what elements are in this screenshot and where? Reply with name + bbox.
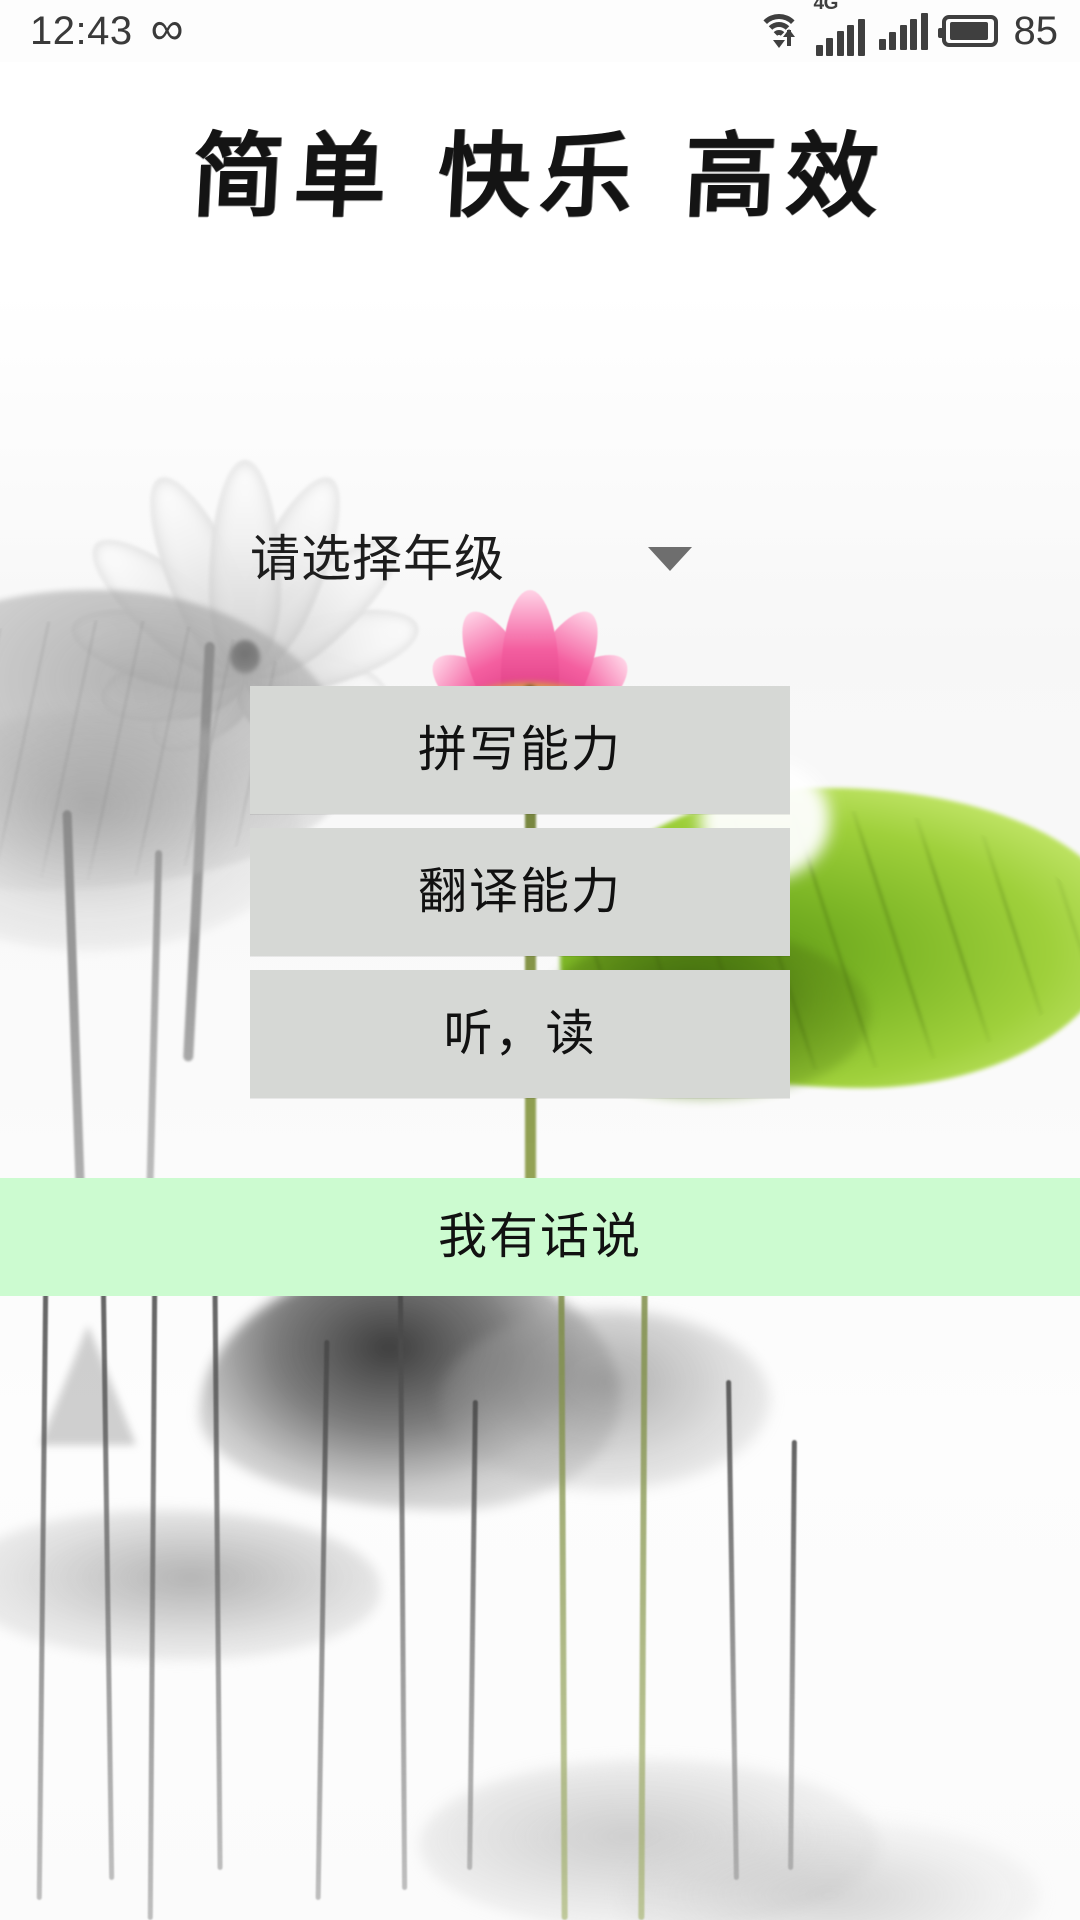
chevron-down-icon (648, 547, 692, 571)
battery-level-label: 85 (1013, 9, 1059, 53)
translation-ability-button[interactable]: 翻译能力 (250, 828, 790, 956)
spelling-ability-button[interactable]: 拼写能力 (250, 686, 790, 814)
listen-read-label: 听，读 (443, 1006, 597, 1061)
status-bar: 12:43 ∞ 4G 85 (0, 0, 1080, 62)
i-have-something-to-say-label: 我有话说 (437, 1209, 642, 1264)
grade-select-label: 请选择年级 (250, 531, 505, 587)
signal-bars-icon: 4G (814, 0, 865, 56)
app-header: 简单 快乐 高效 (0, 62, 1080, 290)
wifi-icon (756, 12, 802, 50)
status-bar-left: 12:43 ∞ (30, 2, 184, 54)
listen-read-button[interactable]: 听，读 (250, 970, 790, 1098)
network-type-label: 4G (813, 0, 839, 14)
ability-button-group: 拼写能力 翻译能力 听，读 (250, 686, 790, 1112)
status-time: 12:43 (30, 9, 133, 53)
status-bar-right: 4G 85 (756, 0, 1059, 56)
translation-ability-label: 翻译能力 (417, 864, 622, 919)
page-title: 简单 快乐 高效 (189, 122, 891, 230)
spelling-ability-label: 拼写能力 (417, 722, 622, 777)
signal-bars-icon-secondary (878, 12, 928, 50)
infinity-icon: ∞ (150, 2, 184, 54)
i-have-something-to-say-button[interactable]: 我有话说 (0, 1178, 1080, 1296)
app-screen: 12:43 ∞ 4G 85 简单 快乐 高效 请选择年级 拼写能力 翻译能力 听… (0, 0, 1080, 1920)
grade-select-dropdown[interactable]: 请选择年级 (250, 520, 750, 598)
battery-icon (937, 15, 998, 47)
